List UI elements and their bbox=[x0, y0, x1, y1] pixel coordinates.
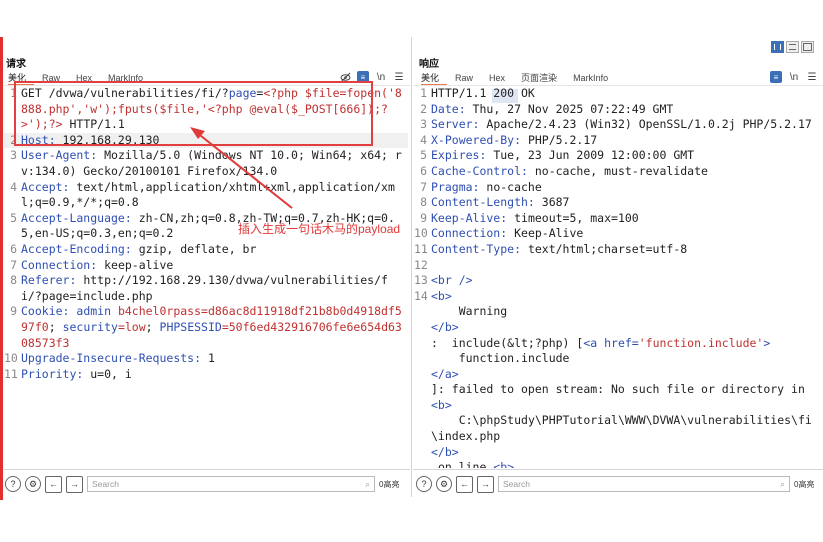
annotation-label: 插入生成一句话木马的payload bbox=[238, 222, 401, 236]
annotation-arrow bbox=[190, 127, 293, 209]
